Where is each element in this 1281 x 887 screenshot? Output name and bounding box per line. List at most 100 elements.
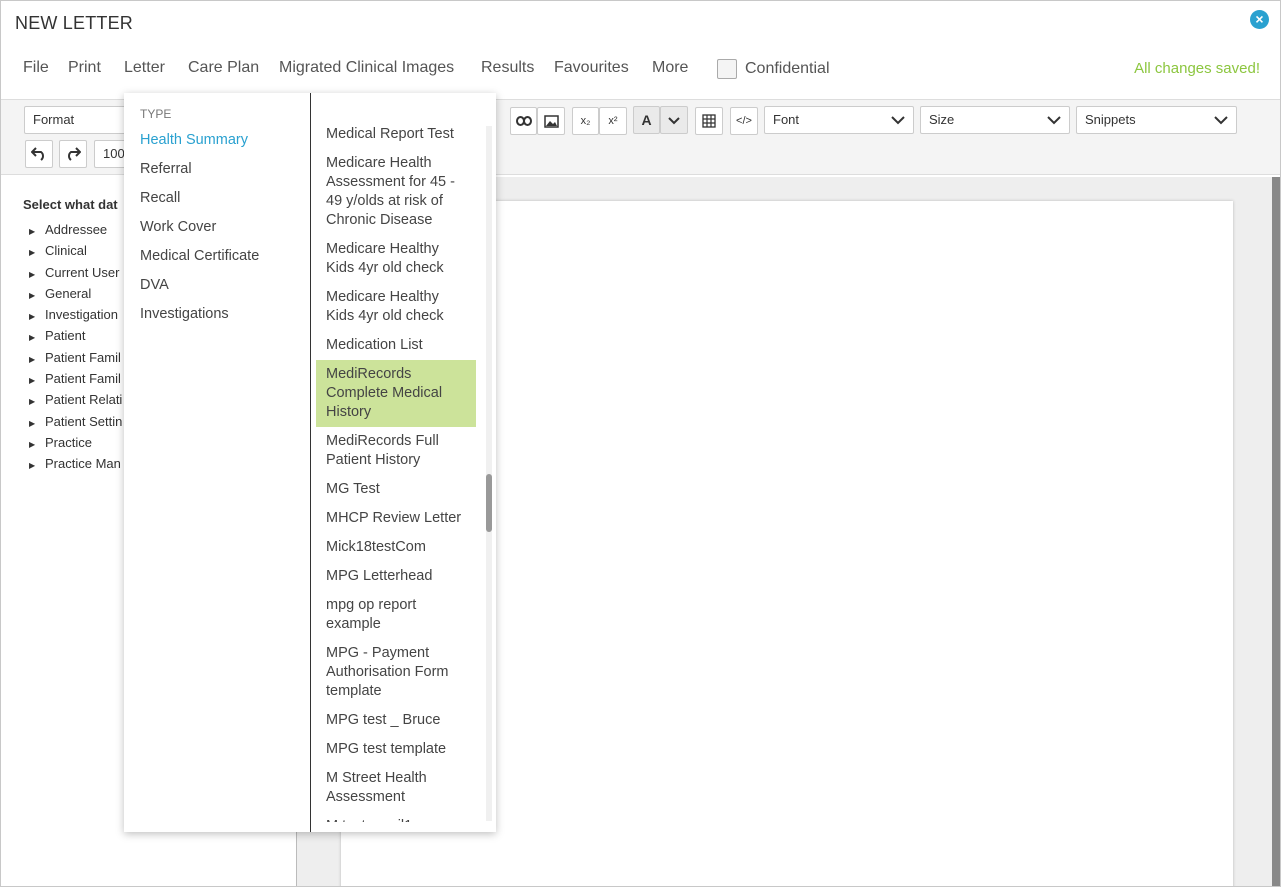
confidential-checkbox[interactable] (717, 59, 737, 79)
template-item[interactable]: Medicare Health Assessment for 45 - 49 y… (316, 149, 476, 235)
template-item[interactable]: MPG test template (316, 735, 476, 764)
expand-arrow-icon[interactable]: ▶ (29, 391, 45, 412)
size-select[interactable]: Size (920, 106, 1070, 134)
snippets-select[interactable]: Snippets (1076, 106, 1237, 134)
link-icon (515, 116, 532, 126)
format-label: Format (33, 112, 75, 127)
expand-arrow-icon[interactable]: ▶ (29, 285, 45, 306)
type-column: TYPE Health Summary Referral Recall Work… (124, 93, 311, 832)
snippets-label: Snippets (1085, 112, 1136, 127)
text-color-icon: A (641, 112, 652, 128)
template-scrollbar[interactable] (486, 126, 492, 821)
type-item-investigations[interactable]: Investigations (140, 306, 229, 322)
tree-item[interactable]: ▶ Patient Relati (29, 389, 122, 410)
zoom-value: 100 (103, 146, 125, 161)
menu-more[interactable]: More (652, 59, 688, 77)
template-item[interactable]: MPG - Payment Authorisation Form templat… (316, 639, 476, 706)
menu-print[interactable]: Print (68, 59, 101, 77)
expand-arrow-icon[interactable]: ▶ (29, 413, 45, 434)
source-code-button[interactable]: </> (730, 107, 758, 135)
template-item[interactable]: MediRecords Full Patient History (316, 427, 476, 475)
menu-letter[interactable]: Letter (124, 59, 165, 77)
expand-arrow-icon[interactable]: ▶ (29, 349, 45, 370)
data-field-tree: ▶ Addressee ▶ Clinical ▶ Current User ▶ Gene… (29, 219, 122, 475)
expand-arrow-icon[interactable]: ▶ (29, 242, 45, 263)
expand-arrow-icon[interactable]: ▶ (29, 221, 45, 242)
template-item[interactable]: MPG Letterhead (316, 562, 476, 591)
undo-button[interactable] (25, 140, 53, 168)
template-column: Medical Report Test Medicare Health Asse… (312, 120, 496, 822)
redo-button[interactable] (59, 140, 87, 168)
template-item[interactable]: Medical Report Test (316, 120, 476, 149)
text-color-button[interactable]: A (633, 106, 660, 134)
template-scrollbar-thumb[interactable] (486, 474, 492, 532)
chevron-down-icon (1047, 116, 1061, 125)
undo-icon (30, 147, 44, 161)
chevron-down-icon (1214, 116, 1228, 125)
expand-arrow-icon[interactable]: ▶ (29, 327, 45, 348)
template-item[interactable]: Medication List (316, 331, 476, 360)
type-item-recall[interactable]: Recall (140, 190, 180, 206)
tree-item[interactable]: ▶ Investigation (29, 304, 122, 325)
expand-arrow-icon[interactable]: ▶ (29, 434, 45, 455)
type-item-dva[interactable]: DVA (140, 277, 169, 293)
expand-arrow-icon[interactable]: ▶ (29, 264, 45, 285)
subscript-icon: x₂ (580, 115, 591, 127)
tree-item[interactable]: ▶ Addressee (29, 219, 122, 240)
confidential-toggle[interactable]: Confidential (717, 59, 830, 79)
menu-results[interactable]: Results (481, 59, 534, 77)
type-heading: TYPE (140, 107, 172, 121)
subscript-button[interactable]: x₂ (572, 107, 599, 135)
menu-favourites[interactable]: Favourites (554, 59, 629, 77)
tree-item[interactable]: ▶ Current User (29, 262, 122, 283)
table-icon (702, 114, 716, 128)
tree-item[interactable]: ▶ Patient Famil (29, 347, 122, 368)
template-item[interactable]: Medicare Healthy Kids 4yr old check (316, 235, 476, 283)
tree-item[interactable]: ▶ Patient Settin (29, 411, 122, 432)
close-icon[interactable]: × (1250, 10, 1269, 29)
expand-arrow-icon[interactable]: ▶ (29, 455, 45, 476)
tree-item[interactable]: ▶ Patient (29, 325, 122, 346)
type-item-work-cover[interactable]: Work Cover (140, 219, 216, 235)
save-status: All changes saved! (1134, 60, 1260, 77)
menu-care-plan[interactable]: Care Plan (188, 59, 259, 77)
table-button[interactable] (695, 107, 723, 135)
window-title: NEW LETTER (15, 13, 134, 33)
type-item-referral[interactable]: Referral (140, 161, 192, 177)
template-item[interactable]: mpg op report example (316, 591, 476, 639)
image-button[interactable] (537, 107, 565, 135)
template-item[interactable]: MPG test _ Bruce (316, 706, 476, 735)
template-item[interactable]: MHCP Review Letter (316, 504, 476, 533)
redo-icon (68, 147, 82, 161)
tree-item[interactable]: ▶ Patient Famil (29, 368, 122, 389)
template-item[interactable]: Mick18testCom (316, 533, 476, 562)
template-item-selected[interactable]: MediRecords Complete Medical History (316, 360, 476, 427)
code-icon: </> (736, 115, 752, 127)
letter-dropdown-menu: TYPE Health Summary Referral Recall Work… (124, 93, 496, 832)
menu-migrated-clinical-images[interactable]: Migrated Clinical Images (279, 59, 454, 77)
panel-heading: Select what dat (23, 197, 118, 212)
font-select[interactable]: Font (764, 106, 914, 134)
tree-item[interactable]: ▶ Practice (29, 432, 122, 453)
new-letter-window: NEW LETTER × File Print Letter Care Plan… (0, 0, 1281, 887)
confidential-label: Confidential (745, 60, 830, 77)
tree-item[interactable]: ▶ General (29, 283, 122, 304)
template-item[interactable]: MG Test (316, 475, 476, 504)
menu-file[interactable]: File (23, 59, 49, 77)
template-item[interactable]: M test email1 (316, 812, 476, 822)
expand-arrow-icon[interactable]: ▶ (29, 370, 45, 391)
template-item[interactable]: Medicare Healthy Kids 4yr old check (316, 283, 476, 331)
image-icon (543, 115, 559, 128)
superscript-button[interactable]: x² (599, 107, 627, 135)
type-item-health-summary[interactable]: Health Summary (140, 132, 248, 148)
menu-bar: File Print Letter Care Plan Migrated Cli… (1, 51, 1280, 87)
type-item-medical-certificate[interactable]: Medical Certificate (140, 248, 259, 264)
format-select[interactable]: Format (24, 106, 134, 134)
document-scrollbar[interactable] (1272, 177, 1280, 886)
tree-item[interactable]: ▶ Practice Man (29, 453, 122, 474)
tree-item[interactable]: ▶ Clinical (29, 240, 122, 261)
expand-arrow-icon[interactable]: ▶ (29, 306, 45, 327)
text-color-dropdown[interactable] (660, 106, 688, 134)
template-item[interactable]: M Street Health Assessment (316, 764, 476, 812)
link-button[interactable] (510, 107, 537, 135)
